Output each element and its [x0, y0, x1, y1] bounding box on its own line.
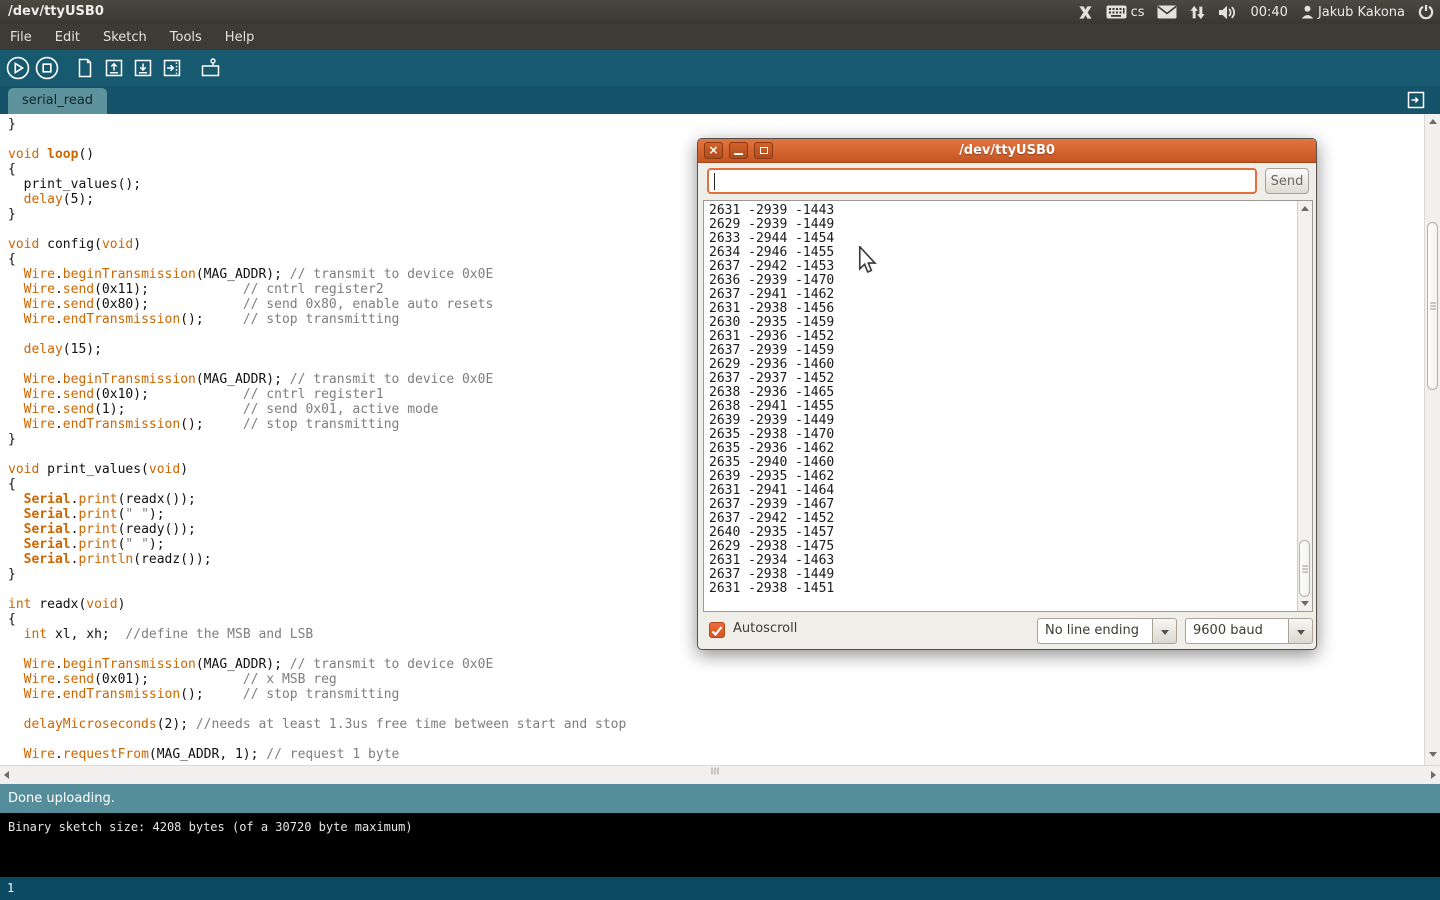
scroll-right-icon[interactable] [1431, 771, 1436, 779]
status-bar: Done uploading. [0, 784, 1440, 813]
user-icon [1301, 5, 1314, 19]
code-area[interactable]: } void loop() { print_values(); delay(5)… [8, 117, 626, 762]
dropdown-button[interactable] [1289, 618, 1313, 644]
stop-circle-icon [35, 56, 59, 80]
minimize-icon [734, 153, 743, 155]
console-output: Binary sketch size: 4208 bytes (of a 307… [0, 813, 1440, 877]
editor-vertical-scrollbar[interactable] [1424, 114, 1440, 765]
maximize-button[interactable] [754, 142, 773, 159]
serial-input[interactable] [707, 168, 1257, 194]
keyboard-layout-label: cs [1131, 5, 1145, 20]
username: Jakub Kakona [1318, 5, 1405, 20]
text-caret [714, 173, 715, 190]
menu-bar: File Edit Sketch Tools Help [0, 24, 1440, 50]
scrollbar-grip [1430, 303, 1436, 310]
minimize-button[interactable] [729, 142, 748, 159]
top-panel: /dev/ttyUSB0 cs 00:40 Jakub Kakona [0, 0, 1440, 24]
menu-edit[interactable]: Edit [55, 30, 80, 45]
maximize-icon [760, 147, 768, 154]
chevron-down-icon [1297, 630, 1305, 635]
serial-monitor-button[interactable] [197, 55, 223, 81]
menu-tools[interactable]: Tools [170, 30, 202, 45]
tab-strip: serial_read [0, 86, 1440, 114]
arrow-right-box-icon [1405, 89, 1427, 111]
dropdown-button[interactable] [1153, 618, 1177, 644]
editor-scrollbar-thumb[interactable] [1427, 222, 1438, 390]
serial-monitor-window: × /dev/ttyUSB0 Send 2631 -2939 -1443 262… [697, 138, 1317, 650]
session-gear-icon[interactable] [1418, 4, 1434, 20]
indicator-area: cs 00:40 Jakub Kakona [1078, 0, 1434, 24]
line-ending-value: No line ending [1037, 618, 1153, 644]
serial-window-title: /dev/ttyUSB0 [698, 139, 1316, 163]
line-ending-select[interactable]: No line ending [1037, 618, 1177, 644]
mouse-cursor [858, 246, 877, 278]
serial-scrollbar-thumb[interactable] [1299, 540, 1310, 597]
window-controls: × [704, 142, 773, 159]
open-arrow-up-icon [103, 57, 125, 79]
keyboard-indicator[interactable]: cs [1106, 5, 1145, 20]
verify-button[interactable] [5, 55, 31, 81]
open-sketch-button[interactable] [101, 55, 127, 81]
close-button[interactable]: × [704, 142, 723, 159]
baud-rate-value: 9600 baud [1185, 618, 1289, 644]
menu-help[interactable]: Help [225, 30, 255, 45]
autoscroll-label: Autoscroll [733, 621, 797, 636]
network-arrows-icon[interactable] [1190, 5, 1205, 20]
new-document-icon [74, 57, 96, 79]
play-circle-icon [6, 56, 30, 80]
mail-icon[interactable] [1157, 5, 1177, 19]
menu-file[interactable]: File [10, 30, 32, 45]
clock[interactable]: 00:40 [1250, 5, 1287, 20]
toolbar [0, 50, 1440, 86]
scroll-left-icon[interactable] [4, 771, 9, 779]
serial-window-titlebar[interactable]: × /dev/ttyUSB0 [698, 139, 1316, 163]
scroll-down-icon[interactable] [1301, 601, 1309, 606]
serial-monitor-icon [198, 57, 222, 79]
scrollbar-grip [1302, 565, 1308, 572]
upload-button[interactable] [159, 55, 185, 81]
user-menu[interactable]: Jakub Kakona [1301, 5, 1405, 20]
messaging-applet-icon[interactable] [1078, 5, 1093, 20]
save-sketch-button[interactable] [130, 55, 156, 81]
new-sketch-button[interactable] [72, 55, 98, 81]
menu-sketch[interactable]: Sketch [103, 30, 147, 45]
tab-serial-read[interactable]: serial_read [8, 88, 107, 114]
baud-rate-select[interactable]: 9600 baud [1185, 618, 1313, 644]
editor-horizontal-scrollbar[interactable] [0, 765, 1440, 784]
autoscroll-checkbox[interactable] [709, 622, 725, 638]
serial-monitor-controls: Autoscroll No line ending 9600 baud [698, 612, 1316, 650]
upload-arrow-right-icon [161, 57, 183, 79]
desktop: /dev/ttyUSB0 cs 00:40 Jakub Kakona [0, 0, 1440, 900]
keyboard-layout-icon [1106, 5, 1127, 19]
line-number-indicator: 1 [0, 877, 1440, 900]
stop-button[interactable] [34, 55, 60, 81]
scroll-up-icon[interactable] [1429, 119, 1437, 124]
scrollbar-grip [712, 768, 719, 775]
check-icon [710, 624, 724, 638]
serial-output-area[interactable]: 2631 -2939 -1443 2629 -2939 -1449 2633 -… [703, 200, 1313, 612]
chevron-down-icon [1161, 630, 1169, 635]
window-title: /dev/ttyUSB0 [8, 0, 104, 24]
scroll-down-icon[interactable] [1429, 752, 1437, 757]
serial-vertical-scrollbar[interactable] [1297, 201, 1312, 611]
volume-icon[interactable] [1218, 5, 1237, 20]
scroll-up-icon[interactable] [1301, 206, 1309, 211]
send-button[interactable]: Send [1265, 168, 1309, 194]
serial-output: 2631 -2939 -1443 2629 -2939 -1449 2633 -… [709, 204, 834, 596]
tab-menu-button[interactable] [1405, 89, 1427, 111]
save-arrow-down-icon [132, 57, 154, 79]
close-icon: × [705, 143, 722, 158]
